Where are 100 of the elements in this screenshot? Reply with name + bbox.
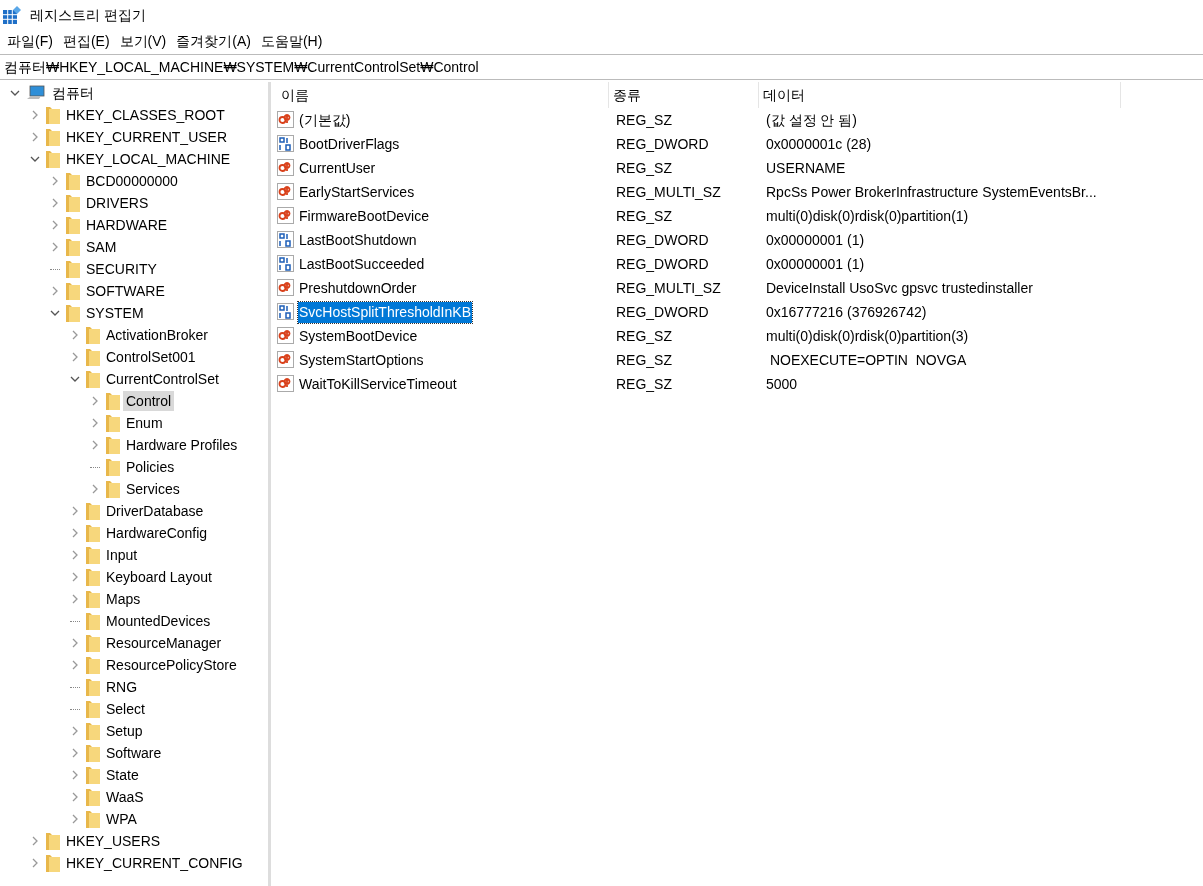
chevron-right-icon[interactable]: [50, 242, 60, 252]
tree-item[interactable]: Services: [123, 479, 183, 499]
chevron-down-icon[interactable]: [50, 308, 60, 318]
folder-icon: [86, 612, 100, 630]
chevron-right-icon[interactable]: [90, 396, 100, 406]
tree-item[interactable]: MountedDevices: [103, 611, 214, 631]
value-type: REG_SZ: [615, 110, 673, 130]
menu-item[interactable]: 편집(E): [57, 30, 115, 52]
value-name[interactable]: SystemBootDevice: [298, 325, 419, 347]
chevron-right-icon[interactable]: [70, 572, 80, 582]
chevron-right-icon[interactable]: [90, 418, 100, 428]
value-name[interactable]: SystemStartOptions: [298, 349, 425, 371]
chevron-right-icon[interactable]: [50, 220, 60, 230]
value-name[interactable]: EarlyStartServices: [298, 181, 416, 203]
string-value-icon: [277, 279, 295, 297]
value-name[interactable]: LastBootSucceeded: [298, 253, 426, 275]
tree-item[interactable]: SECURITY: [83, 259, 160, 279]
value-name[interactable]: PreshutdownOrder: [298, 277, 418, 299]
tree-item[interactable]: Keyboard Layout: [103, 567, 215, 587]
chevron-down-icon[interactable]: [10, 88, 20, 98]
value-name[interactable]: LastBootShutdown: [298, 229, 418, 251]
tree-item[interactable]: SOFTWARE: [83, 281, 168, 301]
menu-item[interactable]: 도움말(H): [255, 30, 328, 52]
tree-item[interactable]: HKEY_LOCAL_MACHINE: [63, 149, 234, 169]
address-bar[interactable]: 컴퓨터₩HKEY_LOCAL_MACHINE₩SYSTEM₩CurrentControlSet₩Control: [0, 54, 1203, 80]
tree-item[interactable]: ResourcePolicyStore: [103, 655, 240, 675]
chevron-right-icon[interactable]: [70, 528, 80, 538]
tree-item[interactable]: Enum: [123, 413, 166, 433]
tree-item[interactable]: SAM: [83, 237, 120, 257]
value-name[interactable]: SvcHostSplitThresholdInKB: [298, 301, 472, 323]
chevron-right-icon[interactable]: [30, 836, 40, 846]
tree-item[interactable]: HKEY_CURRENT_USER: [63, 127, 231, 147]
chevron-down-icon[interactable]: [70, 374, 80, 384]
tree-item[interactable]: DRIVERS: [83, 193, 152, 213]
folder-icon: [46, 832, 60, 850]
value-name[interactable]: FirmwareBootDevice: [298, 205, 430, 227]
tree-item[interactable]: ResourceManager: [103, 633, 225, 653]
tree-item[interactable]: Maps: [103, 589, 144, 609]
tree-item[interactable]: DriverDatabase: [103, 501, 207, 521]
tree-item[interactable]: HKEY_USERS: [63, 831, 164, 851]
tree-item[interactable]: 컴퓨터: [49, 83, 97, 103]
chevron-right-icon[interactable]: [30, 858, 40, 868]
tree-item[interactable]: WaaS: [103, 787, 147, 807]
tree-item[interactable]: Control: [123, 391, 175, 411]
chevron-right-icon[interactable]: [70, 792, 80, 802]
chevron-right-icon[interactable]: [90, 484, 100, 494]
folder-icon: [66, 216, 80, 234]
tree-item[interactable]: HardwareConfig: [103, 523, 211, 543]
chevron-right-icon[interactable]: [30, 132, 40, 142]
tree-item[interactable]: State: [103, 765, 142, 785]
tree-item[interactable]: CurrentControlSet: [103, 369, 222, 389]
tree-item[interactable]: BCD00000000: [83, 171, 181, 191]
chevron-right-icon[interactable]: [50, 286, 60, 296]
tree-item[interactable]: SYSTEM: [83, 303, 147, 323]
value-name[interactable]: CurrentUser: [298, 157, 377, 179]
folder-icon: [66, 282, 80, 300]
chevron-right-icon[interactable]: [70, 506, 80, 516]
chevron-right-icon[interactable]: [90, 440, 100, 450]
folder-icon: [106, 392, 120, 410]
chevron-right-icon[interactable]: [70, 770, 80, 780]
column-header[interactable]: 데이터: [759, 82, 1121, 108]
tree-item[interactable]: Hardware Profiles: [123, 435, 241, 455]
folder-icon: [86, 590, 100, 608]
value-data: 0x16777216 (376926742): [765, 302, 928, 322]
menu-item[interactable]: 보기(V): [114, 30, 172, 52]
chevron-right-icon[interactable]: [70, 660, 80, 670]
tree-item[interactable]: HKEY_CLASSES_ROOT: [63, 105, 228, 125]
chevron-right-icon[interactable]: [50, 198, 60, 208]
menu-item[interactable]: 즐겨찾기(A): [171, 30, 256, 52]
tree-item[interactable]: WPA: [103, 809, 140, 829]
tree-item[interactable]: ActivationBroker: [103, 325, 211, 345]
tree-item[interactable]: ControlSet001: [103, 347, 199, 367]
tree-item[interactable]: Select: [103, 699, 148, 719]
menu-item[interactable]: 파일(F): [2, 30, 58, 52]
chevron-right-icon[interactable]: [70, 748, 80, 758]
chevron-right-icon[interactable]: [50, 176, 60, 186]
chevron-right-icon[interactable]: [70, 352, 80, 362]
chevron-right-icon[interactable]: [30, 110, 40, 120]
folder-icon: [86, 788, 100, 806]
value-name[interactable]: BootDriverFlags: [298, 133, 401, 155]
tree-item[interactable]: HARDWARE: [83, 215, 171, 235]
tree-item[interactable]: RNG: [103, 677, 141, 697]
value-name[interactable]: WaitToKillServiceTimeout: [298, 373, 458, 395]
value-data: (값 설정 안 됨): [765, 110, 858, 130]
tree-item[interactable]: Setup: [103, 721, 146, 741]
chevron-down-icon[interactable]: [30, 154, 40, 164]
chevron-right-icon[interactable]: [70, 594, 80, 604]
chevron-right-icon[interactable]: [70, 550, 80, 560]
chevron-right-icon[interactable]: [70, 330, 80, 340]
chevron-right-icon[interactable]: [70, 814, 80, 824]
tree-item[interactable]: Input: [103, 545, 141, 565]
tree-item[interactable]: Software: [103, 743, 165, 763]
tree-item[interactable]: HKEY_CURRENT_CONFIG: [63, 853, 246, 873]
column-header[interactable]: 종류: [609, 82, 759, 108]
column-header[interactable]: 이름: [277, 82, 609, 108]
value-name[interactable]: (기본값): [298, 109, 352, 131]
value-data: NOEXECUTE=OPTIN NOVGA: [768, 350, 968, 370]
tree-item[interactable]: Policies: [123, 457, 178, 477]
chevron-right-icon[interactable]: [70, 638, 80, 648]
chevron-right-icon[interactable]: [70, 726, 80, 736]
